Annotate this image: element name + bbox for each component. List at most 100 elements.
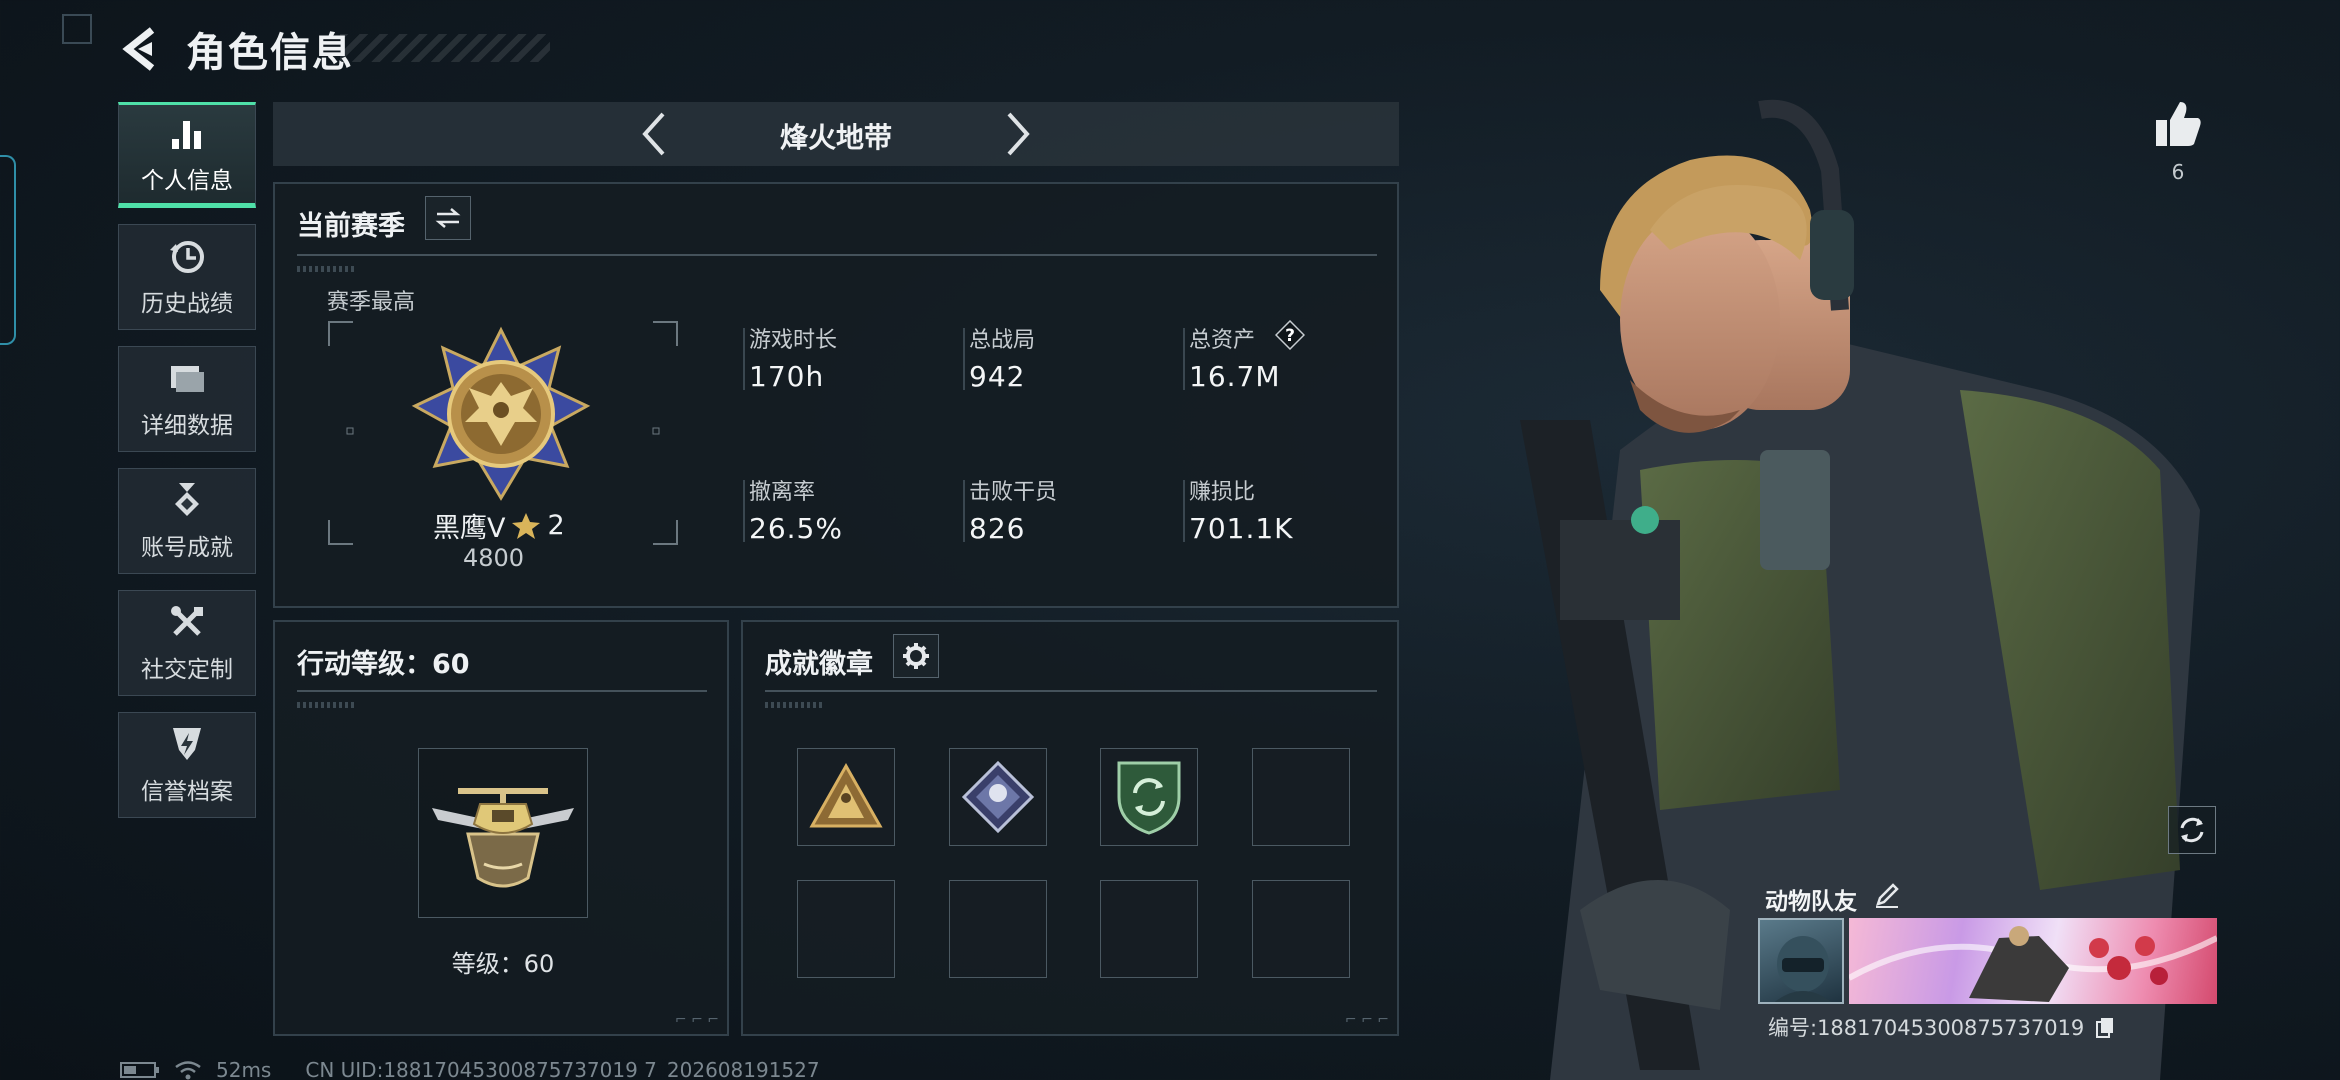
achievement-badge-slot-empty[interactable] (1252, 748, 1350, 846)
decoration-hash (297, 266, 357, 272)
sidebar-item-label: 社交定制 (141, 657, 233, 683)
divider (963, 328, 965, 390)
achievements-title: 成就徽章 (765, 649, 873, 680)
shield-badge-icon (1117, 761, 1181, 835)
stat-value-total-matches: 942 (969, 360, 1026, 393)
sidebar-item-personal-info[interactable]: 个人信息 (118, 102, 256, 208)
operator-avatar-image (1774, 936, 1832, 1002)
stat-value-profit-ratio: 701.1K (1189, 512, 1294, 545)
swap-icon (435, 208, 461, 228)
rank-points: 4800 (463, 544, 525, 572)
stat-label-total-assets: 总资产 (1189, 328, 1256, 353)
status-bar: 52ms CN UID:18817045300875737019 7_20260… (120, 1058, 820, 1080)
wifi-icon (175, 1061, 201, 1080)
decoration-hash (297, 702, 357, 708)
level-badge-frame (418, 748, 588, 918)
copy-uid-button[interactable] (2095, 1016, 2115, 1043)
thumbs-up-icon (2156, 102, 2201, 146)
sidebar-item-label: 详细数据 (141, 413, 233, 439)
stat-label-playtime: 游戏时长 (749, 328, 838, 353)
back-button[interactable] (118, 24, 166, 74)
team-banner-image (1849, 918, 2217, 1004)
sidebar-item-credit-record[interactable]: 信誉档案 (118, 712, 256, 818)
achievement-badge-slot-empty[interactable] (797, 880, 895, 978)
corner-mark (62, 14, 92, 44)
divider (743, 328, 745, 390)
season-title: 当前赛季 (297, 211, 405, 242)
achievement-badge-slot[interactable] (949, 748, 1047, 846)
battery-icon (120, 1062, 159, 1078)
mode-title: 烽火地带 (779, 121, 892, 154)
rank-name-row: 黑鹰V 2 (433, 506, 565, 545)
sidebar-item-social-customize[interactable]: 社交定制 (118, 590, 256, 696)
level-label: 等级：60 (451, 950, 555, 978)
divider (743, 480, 745, 542)
rank-emblem-icon (411, 326, 591, 501)
banner-art-image (1849, 926, 2217, 1002)
season-switch-button[interactable] (425, 196, 471, 240)
help-symbol: ? (1285, 326, 1295, 346)
copy-icon (2095, 1017, 2113, 1038)
history-clock-icon (170, 241, 204, 273)
stat-value-extraction-rate: 26.5% (749, 512, 843, 545)
page-title: 角色信息 (186, 30, 354, 76)
triangle-badge-icon (809, 762, 883, 828)
mode-selector: 烽火地带 (273, 102, 1399, 166)
divider (297, 254, 1377, 256)
divider (1183, 328, 1185, 390)
bar-chart-icon (172, 121, 201, 149)
mode-next-button[interactable] (995, 110, 1039, 158)
action-level-title: 行动等级：60 (297, 649, 470, 680)
like-count: 6 (2171, 160, 2185, 184)
sidebar-item-label: 信誉档案 (141, 779, 233, 805)
action-level-panel: 行动等级：60 等级：60 ⌐ ⌐ ⌐ (273, 620, 729, 1036)
divider (1183, 480, 1185, 542)
rank-stars: 2 (547, 510, 565, 541)
star-icon (512, 512, 541, 539)
achievement-badge-slot-empty[interactable] (949, 880, 1047, 978)
achievements-settings-button[interactable] (893, 634, 939, 678)
title-decoration (340, 34, 550, 62)
achievement-badge-slot-empty[interactable] (1100, 880, 1198, 978)
stat-value-total-assets: 16.7M (1189, 360, 1281, 393)
sidebar-item-account-achievements[interactable]: 账号成就 (118, 468, 256, 574)
edit-team-name-button[interactable] (1872, 880, 1902, 910)
team-name: 动物队友 (1765, 889, 1857, 915)
folder-icon (171, 366, 204, 392)
stat-label-total-matches: 总战局 (969, 328, 1036, 353)
current-season-panel: 当前赛季 赛季最高 黑鹰V 2 4800 游戏时长 170h 总战局 942 总… (273, 182, 1399, 608)
sidebar-item-label: 个人信息 (141, 168, 233, 194)
team-avatar[interactable] (1758, 918, 1844, 1004)
season-best-label: 赛季最高 (327, 290, 416, 315)
divider (765, 690, 1377, 692)
sidebar-item-label: 账号成就 (141, 535, 233, 561)
divider (963, 480, 965, 542)
refresh-icon (2180, 817, 2204, 843)
refresh-button[interactable] (2168, 806, 2216, 854)
stat-label-profit-ratio: 赚损比 (1189, 480, 1256, 505)
like-button[interactable] (2150, 96, 2206, 152)
achievement-badge-slot[interactable] (1100, 748, 1198, 846)
achievement-badge-slot[interactable] (797, 748, 895, 846)
sidebar-item-detailed-data[interactable]: 详细数据 (118, 346, 256, 452)
tools-icon (171, 606, 203, 636)
gear-icon (903, 643, 929, 669)
stat-label-operators-defeated: 击败干员 (969, 480, 1058, 505)
medal-icon (175, 483, 199, 516)
help-button[interactable]: ? (1275, 320, 1305, 350)
sidebar-item-history[interactable]: 历史战绩 (118, 224, 256, 330)
rank-name: 黑鹰V (433, 513, 506, 544)
corner-ticks: ⌐ ⌐ ⌐ (1344, 1012, 1389, 1028)
ping-value: 52ms (216, 1058, 272, 1080)
back-arrow-icon (122, 27, 155, 71)
left-edge-tab[interactable] (0, 155, 16, 345)
player-uid: 编号:18817045300875737019 (1768, 1012, 2115, 1043)
corner-ticks: ⌐ ⌐ ⌐ (674, 1012, 719, 1028)
stat-value-playtime: 170h (749, 360, 825, 393)
decoration-hash (765, 702, 825, 708)
helicopter-badge-icon (432, 788, 574, 888)
divider (297, 690, 707, 692)
achievement-badge-slot-empty[interactable] (1252, 880, 1350, 978)
stat-label-extraction-rate: 撤离率 (749, 480, 816, 505)
player-uid-text: 编号:18817045300875737019 (1768, 1016, 2085, 1040)
